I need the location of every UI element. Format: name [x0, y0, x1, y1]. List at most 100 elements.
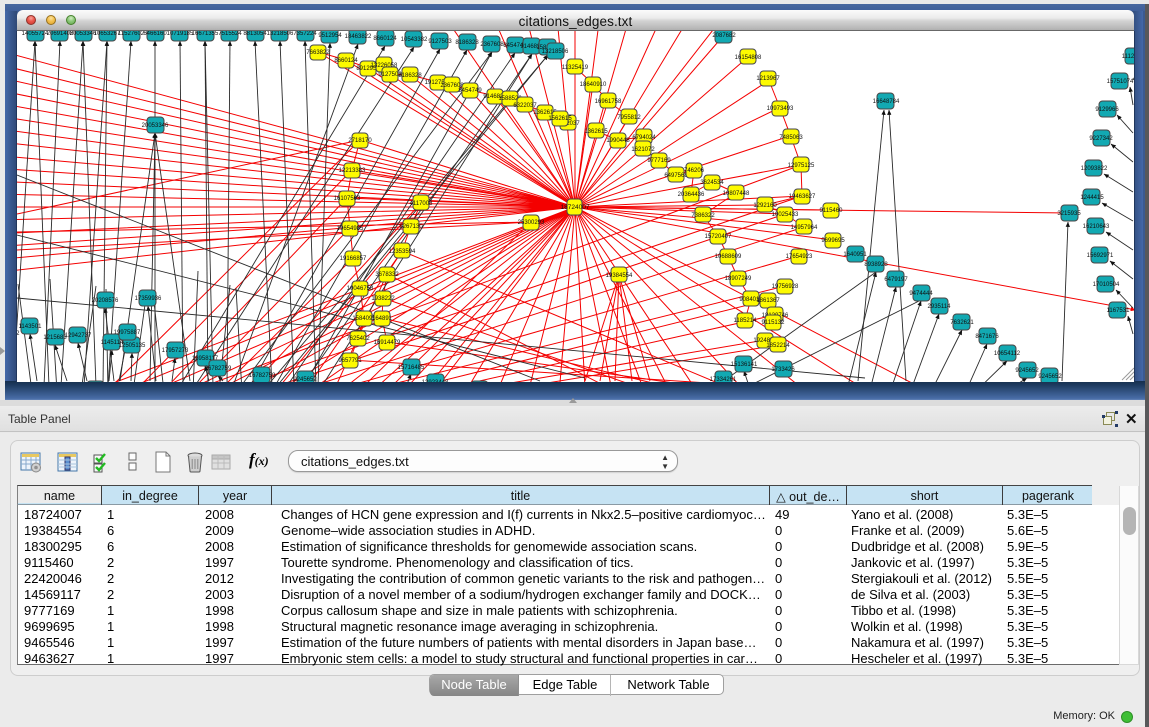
svg-text:9512954: 9512954 [318, 33, 342, 39]
svg-text:2367608: 2367608 [480, 42, 504, 48]
svg-text:16671355: 16671355 [192, 31, 219, 37]
svg-text:8938928: 8938928 [864, 262, 888, 268]
svg-text:1861367: 1861367 [756, 298, 780, 304]
svg-text:6322037: 6322037 [513, 103, 537, 109]
svg-text:17010504: 17010504 [1093, 282, 1120, 288]
svg-text:16782759: 16782759 [249, 373, 276, 379]
svg-text:8267130: 8267130 [399, 224, 423, 230]
svg-text:16914479: 16914479 [374, 340, 401, 346]
svg-text:7955812: 7955812 [617, 115, 641, 121]
svg-text:17957273: 17957273 [162, 348, 189, 354]
svg-text:10025433: 10025433 [772, 212, 799, 218]
svg-text:8813054: 8813054 [243, 31, 267, 37]
svg-text:13218506: 13218506 [542, 49, 569, 55]
svg-text:164891: 164891 [372, 316, 393, 322]
svg-text:16961758: 16961758 [595, 99, 622, 105]
svg-text:15692971: 15692971 [1087, 253, 1114, 259]
svg-text:8660124: 8660124 [373, 36, 397, 42]
svg-text:11527602: 11527602 [118, 31, 145, 37]
svg-text:18463822: 18463822 [345, 34, 372, 40]
svg-text:3624534: 3624534 [700, 180, 724, 186]
svg-text:7485063: 7485063 [779, 135, 803, 141]
svg-text:12505135: 12505135 [119, 343, 146, 349]
svg-text:10654112: 10654112 [994, 351, 1021, 357]
svg-text:6466160: 6466160 [143, 31, 167, 37]
svg-text:14055724: 14055724 [22, 31, 49, 37]
svg-text:19654985: 19654985 [337, 226, 364, 232]
svg-text:9777169: 9777169 [647, 158, 671, 164]
svg-text:12093822: 12093822 [1081, 166, 1108, 172]
svg-text:20208576: 20208576 [92, 298, 119, 304]
svg-text:10807448: 10807448 [723, 191, 750, 197]
svg-text:9115460: 9115460 [820, 208, 844, 214]
svg-text:3215935: 3215935 [1057, 211, 1081, 217]
svg-text:16107563: 16107563 [334, 196, 361, 202]
svg-text:7632621: 7632621 [950, 320, 974, 326]
svg-text:10719185: 10719185 [167, 31, 194, 37]
svg-text:10973493: 10973493 [767, 106, 794, 112]
svg-text:746206: 746206 [684, 168, 705, 174]
svg-text:16154808: 16154808 [735, 55, 762, 61]
svg-text:8471676: 8471676 [975, 334, 999, 340]
svg-text:2087682: 2087682 [712, 33, 736, 39]
svg-text:20364436: 20364436 [678, 192, 705, 198]
svg-text:4117008: 4117008 [410, 201, 434, 207]
svg-text:6479197: 6479197 [884, 277, 908, 283]
svg-text:10688609: 10688609 [715, 254, 742, 260]
svg-text:2718170: 2718170 [348, 138, 372, 144]
svg-text:3678332: 3678332 [375, 272, 399, 278]
svg-text:9115132: 9115132 [17, 331, 20, 337]
svg-text:10543382: 10543382 [401, 37, 428, 43]
svg-text:12213383: 12213383 [339, 168, 366, 174]
svg-text:1244415: 1244415 [1080, 195, 1104, 201]
svg-text:8186328: 8186328 [455, 40, 479, 46]
svg-text:9474444: 9474444 [909, 291, 933, 297]
svg-text:10046758: 10046758 [347, 286, 374, 292]
svg-text:7515524: 7515524 [218, 31, 242, 37]
svg-text:15751074: 15751074 [1107, 79, 1134, 85]
svg-text:7386322: 7386322 [691, 213, 715, 219]
svg-text:2935114: 2935114 [928, 304, 952, 310]
svg-text:17334261: 17334261 [710, 377, 737, 382]
svg-text:1640951: 1640951 [843, 252, 867, 258]
svg-text:8186328: 8186328 [398, 73, 422, 79]
svg-text:18907249: 18907249 [725, 276, 752, 282]
svg-text:9227342: 9227342 [1089, 136, 1113, 142]
svg-text:15136141: 15136141 [731, 362, 758, 368]
svg-text:1143501: 1143501 [19, 324, 43, 330]
svg-text:1621072: 1621072 [631, 147, 655, 153]
svg-text:9245652: 9245652 [1015, 368, 1039, 374]
svg-text:16210643: 16210643 [1083, 224, 1110, 230]
svg-text:19975887: 19975887 [114, 330, 141, 336]
svg-text:13218506: 13218506 [267, 31, 294, 37]
svg-text:1112074: 1112074 [1122, 54, 1134, 60]
svg-text:11325419: 11325419 [562, 65, 589, 71]
svg-text:19384554: 19384554 [606, 273, 633, 279]
svg-text:1213967: 1213967 [756, 76, 780, 82]
svg-text:1562615: 1562615 [548, 116, 572, 122]
svg-text:7357224: 7357224 [293, 31, 317, 37]
svg-text:20053346: 20053346 [142, 123, 169, 129]
svg-text:19463627: 19463627 [789, 194, 816, 200]
svg-text:1292160: 1292160 [753, 203, 777, 209]
svg-text:15720407: 15720407 [705, 234, 732, 240]
svg-text:16648784: 16648784 [873, 99, 900, 105]
svg-text:1938222: 1938222 [371, 296, 395, 302]
svg-text:12942737: 12942737 [65, 333, 92, 339]
svg-text:7625402: 7625402 [346, 336, 370, 342]
svg-text:9129966: 9129966 [1095, 107, 1119, 113]
svg-text:16782759: 16782759 [205, 366, 232, 372]
svg-text:1990448: 1990448 [606, 138, 630, 144]
svg-text:1852214: 1852214 [766, 343, 790, 349]
svg-text:1733426: 1733426 [771, 367, 795, 373]
svg-text:12975125: 12975125 [788, 163, 815, 169]
svg-text:8660124: 8660124 [334, 58, 358, 64]
svg-text:15716485: 15716485 [398, 365, 425, 371]
svg-text:9127503: 9127503 [428, 39, 452, 45]
svg-text:1362615: 1362615 [584, 129, 608, 135]
svg-text:7663822: 7663822 [306, 50, 330, 56]
svg-text:9115132: 9115132 [762, 320, 786, 326]
svg-text:9245652: 9245652 [293, 377, 317, 382]
svg-text:1167531: 1167531 [1107, 308, 1131, 314]
svg-text:8454749: 8454749 [458, 88, 482, 94]
